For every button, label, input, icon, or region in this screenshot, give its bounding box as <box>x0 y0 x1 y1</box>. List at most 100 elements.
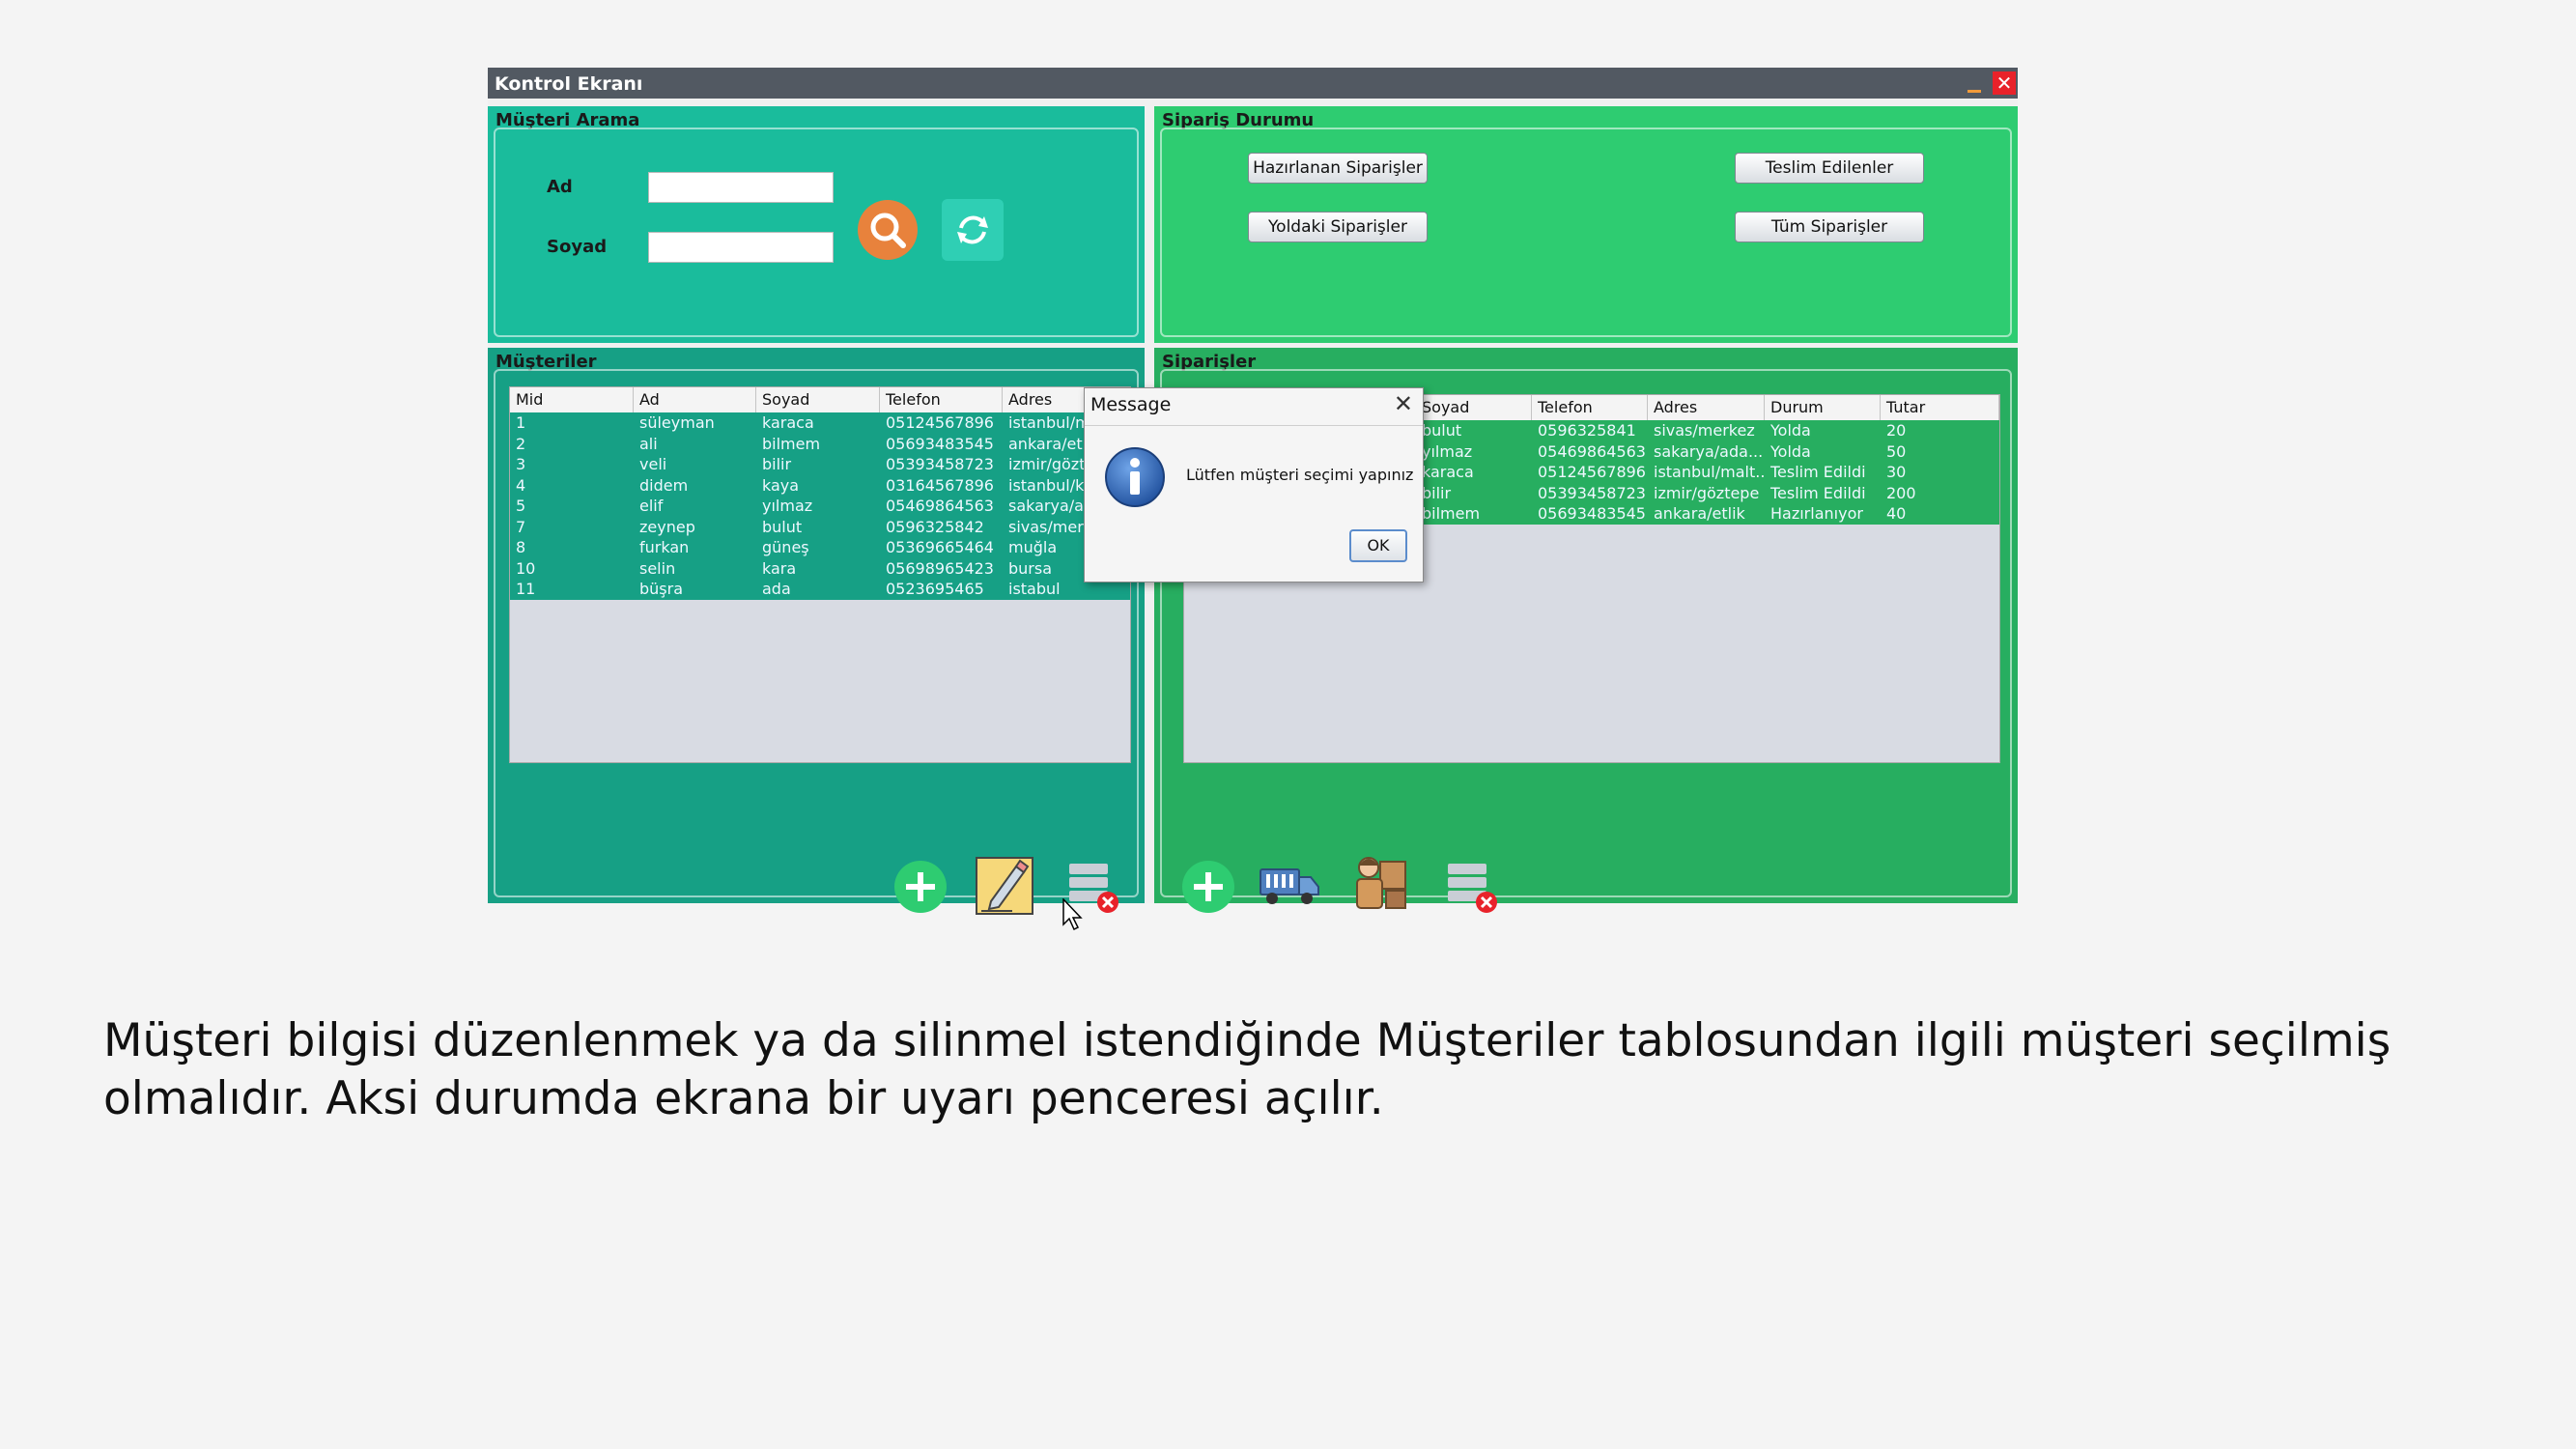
table-cell: istanbul/malt... <box>1654 463 1765 481</box>
minimize-icon[interactable] <box>1966 75 1983 93</box>
table-cell: karaca <box>762 413 814 432</box>
delivery-person-icon[interactable] <box>1347 852 1409 914</box>
table-row[interactable]: 3 veli bilir 05393458723 izmir/gözte <box>510 454 1130 475</box>
info-icon <box>1104 446 1166 508</box>
slide-caption: Müşteri bilgisi düzenlenmek ya da silinm… <box>103 1014 2392 1125</box>
name-input[interactable] <box>648 172 834 203</box>
customers-rows: 1 süleyman karaca 05124567896 istanbul/m 2 ali… <box>510 412 1130 600</box>
table-cell: 200 <box>1886 483 1916 502</box>
table-row[interactable]: 10 selin kara 05698965423 bursa <box>510 558 1130 580</box>
table-cell: 05369665464 <box>886 538 994 556</box>
table-cell: 0596325842 <box>886 517 984 536</box>
customers-panel: Müşteriler Mid Ad Soyad Telefon Adres 1s… <box>488 348 1145 931</box>
table-row[interactable]: 1 süleyman karaca 05124567896 istanbul/m <box>510 412 1130 434</box>
col-adres[interactable]: Adres <box>1648 395 1765 420</box>
window-titlebar[interactable]: Kontrol Ekranı ✕ <box>488 68 2018 99</box>
col-durum[interactable]: Durum <box>1765 395 1881 420</box>
table-cell: 40 <box>1886 504 1907 523</box>
table-cell: 05124567896 <box>1538 463 1646 481</box>
message-dialog[interactable]: Message ✕ Lütfen müşteri seçimi yapınız … <box>1084 387 1424 582</box>
table-cell: ada <box>762 580 791 598</box>
delivered-orders-button[interactable]: Teslim Edilenler <box>1735 153 1924 184</box>
table-cell: yılmaz <box>762 497 813 515</box>
table-cell: Yolda <box>1770 441 1811 461</box>
order-status-panel: Sipariş Durumu Hazırlanan Siparişler Tes… <box>1154 106 2018 343</box>
delete-order-icon[interactable] <box>1442 858 1500 916</box>
table-row[interactable]: 5 elif yılmaz 05469864563 sakarya/ad <box>510 496 1130 517</box>
table-cell: bilir <box>762 455 792 473</box>
truck-icon[interactable] <box>1259 862 1320 908</box>
table-cell: 4 <box>516 475 526 495</box>
table-cell: veli <box>639 455 667 473</box>
table-cell: Hazırlanıyor <box>1770 504 1863 523</box>
dialog-title: Message <box>1090 394 1172 415</box>
table-cell: 50 <box>1886 441 1907 461</box>
table-cell: bilmem <box>762 434 821 453</box>
table-cell: 10 <box>516 558 536 578</box>
table-row[interactable]: 2 ali bilmem 05693483545 ankara/etli <box>510 434 1130 455</box>
table-cell: süleyman <box>639 413 715 432</box>
col-soyad[interactable]: Soyad <box>1416 395 1532 420</box>
table-cell: 20 <box>1886 421 1907 440</box>
table-cell: Teslim Edildi <box>1770 483 1866 502</box>
table-cell: 30 <box>1886 463 1907 481</box>
dialog-close-icon[interactable]: ✕ <box>1394 390 1413 417</box>
table-cell: kaya <box>762 475 800 495</box>
delete-customer-icon[interactable] <box>1063 858 1121 916</box>
table-cell: bilir <box>1422 483 1452 502</box>
col-ad[interactable]: Ad <box>634 387 756 412</box>
table-cell: 05469864563 <box>1538 441 1646 461</box>
customers-table[interactable]: Mid Ad Soyad Telefon Adres 1 süleyman kara… <box>509 386 1131 763</box>
col-telefon[interactable]: Telefon <box>880 387 1003 412</box>
table-cell: büşra <box>639 580 684 598</box>
table-cell: yılmaz <box>1422 441 1473 461</box>
col-telefon[interactable]: Telefon <box>1532 395 1648 420</box>
table-cell: sakarya/ada... <box>1654 441 1764 461</box>
table-cell: bulut <box>1422 421 1462 440</box>
table-cell: 2 <box>516 434 526 453</box>
table-cell: 5 <box>516 497 526 515</box>
table-row[interactable]: 4 didem kaya 03164567896 istanbul/ka <box>510 475 1130 497</box>
in-transit-orders-button[interactable]: Yoldaki Siparişler <box>1248 212 1428 242</box>
table-cell: 0523695465 <box>886 580 984 598</box>
table-cell: sivas/merkez <box>1654 421 1755 440</box>
table-cell: Teslim Edildi <box>1770 463 1866 481</box>
search-icon[interactable] <box>857 199 919 261</box>
table-cell: 7 <box>516 517 526 536</box>
close-window-button[interactable]: ✕ <box>1993 71 2016 95</box>
table-cell: furkan <box>639 538 690 556</box>
ok-button[interactable]: OK <box>1349 529 1407 562</box>
refresh-icon[interactable] <box>942 199 1004 261</box>
table-row[interactable]: 7 zeynep bulut 0596325842 sivas/merk <box>510 517 1130 538</box>
surname-input[interactable] <box>648 232 834 263</box>
table-row[interactable]: 11 büşra ada 0523695465 istabul <box>510 579 1130 600</box>
col-mid[interactable]: Mid <box>510 387 634 412</box>
table-cell: didem <box>639 475 689 495</box>
table-cell: elif <box>639 497 664 515</box>
table-cell: 8 <box>516 538 526 556</box>
table-cell: bulut <box>762 517 803 536</box>
table-cell: 05698965423 <box>886 558 994 578</box>
table-cell: Yolda <box>1770 421 1811 440</box>
table-cell: 05469864563 <box>886 497 994 515</box>
table-cell: zeynep <box>639 517 695 536</box>
table-cell: 1 <box>516 413 526 432</box>
col-soyad[interactable]: Soyad <box>756 387 880 412</box>
edit-customer-icon[interactable] <box>974 855 1035 917</box>
add-customer-icon[interactable] <box>893 860 948 914</box>
table-row[interactable]: 8 furkan güneş 05369665464 muğla <box>510 537 1130 558</box>
table-cell: ankara/etlik <box>1654 504 1745 523</box>
add-order-icon[interactable] <box>1181 860 1235 914</box>
table-cell: 03164567896 <box>886 475 994 495</box>
table-cell: 3 <box>516 455 526 473</box>
table-cell: 05393458723 <box>886 455 994 473</box>
table-cell: güneş <box>762 538 809 556</box>
customers-table-header: Mid Ad Soyad Telefon Adres <box>510 387 1130 413</box>
table-cell: bilmem <box>1422 504 1481 523</box>
all-orders-button[interactable]: Tüm Siparişler <box>1735 212 1924 242</box>
table-cell: 05393458723 <box>1538 483 1646 502</box>
col-tutar[interactable]: Tutar <box>1881 395 1999 420</box>
prepared-orders-button[interactable]: Hazırlanan Siparişler <box>1248 153 1428 184</box>
table-cell: selin <box>639 558 676 578</box>
surname-label: Soyad <box>547 237 608 257</box>
